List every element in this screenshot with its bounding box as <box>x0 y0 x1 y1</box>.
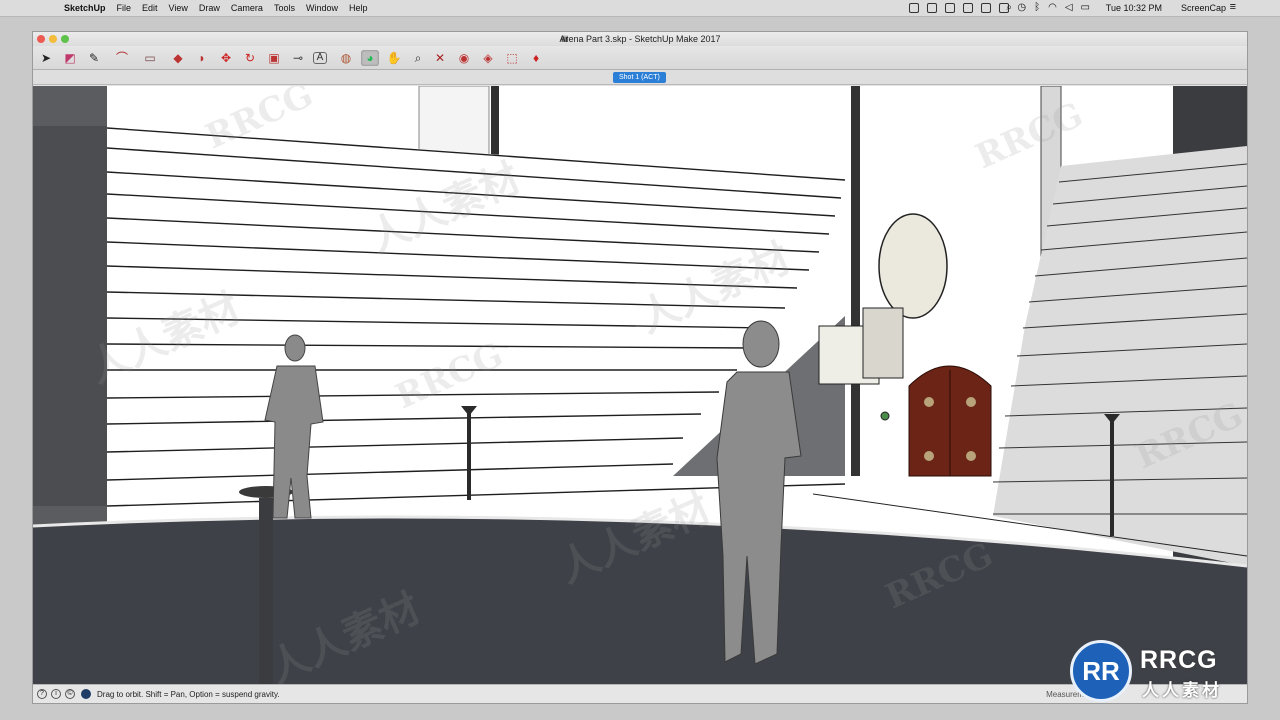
volume-icon[interactable]: ◁ <box>1065 2 1073 13</box>
eraser-tool-icon[interactable]: ◩ <box>61 50 79 66</box>
door-ornament <box>924 397 934 407</box>
text-tool-icon[interactable]: A <box>313 52 327 64</box>
layout-tool-icon[interactable]: ⬚ <box>503 50 521 66</box>
scene-tabs: Shot 1 (ACT) <box>33 70 1247 85</box>
title-bar: ▤ Arena Part 3.skp - SketchUp Make 2017 <box>33 32 1247 46</box>
menubar-user[interactable]: ScreenCap <box>1181 3 1226 13</box>
menubar-clock[interactable]: Tue 10:32 PM <box>1106 3 1162 13</box>
door-ornament <box>966 397 976 407</box>
tape-measure-tool-icon[interactable]: ⊸ <box>289 50 307 66</box>
shape-tool-icon[interactable]: ▭ <box>141 50 159 66</box>
menu-bar: SketchUp File Edit View Draw Camera Tool… <box>0 0 1280 17</box>
model-viewport[interactable]: RRCG 人人素材 RRCG 人人素材 RRCG 人人素材 RRCG 人人素材 … <box>33 86 1247 684</box>
3d-warehouse-tool-icon[interactable]: ◉ <box>455 50 473 66</box>
status-icons: ◷ ᛒ ◠ ◁ ▭ <box>909 2 1090 13</box>
wifi-icon[interactable]: ◠ <box>1048 2 1057 13</box>
door-ornament <box>966 451 976 461</box>
rrcg-logo-mark: RR <box>1070 640 1132 702</box>
door-ornament <box>924 451 934 461</box>
camera-status-icon[interactable] <box>909 2 920 13</box>
zoom-extents-tool-icon[interactable]: ✕ <box>431 50 449 66</box>
document-icon: ▤ <box>561 34 569 43</box>
arena-scene <box>33 86 1247 684</box>
left-stands-edge <box>33 126 107 506</box>
tool-bar: ➤ ◩ ✎ ⌒ ▭ ◆ ◗ ✥ ↻ ▣ ⊸ A ◍ ◕ ✋ ⌕ ✕ ◉ ◈ ⬚ … <box>33 46 1247 70</box>
camera-lens <box>880 411 890 421</box>
select-tool-icon[interactable]: ➤ <box>37 50 55 66</box>
menu-file[interactable]: File <box>117 3 132 13</box>
status-hint: Drag to orbit. Shift = Pan, Option = sus… <box>97 690 280 699</box>
flower-status-icon[interactable] <box>945 2 956 13</box>
display-icon[interactable]: ▭ <box>1081 2 1090 13</box>
menu-view[interactable]: View <box>169 3 188 13</box>
gear-status-icon[interactable] <box>963 2 974 13</box>
status-bar: ? i © Drag to orbit. Shift = Pan, Option… <box>33 684 1247 703</box>
rrcg-logo-subtitle: 人人素材 <box>1142 681 1222 700</box>
list-icon[interactable]: ≡ <box>1230 1 1236 13</box>
sketchup-window: ▤ Arena Part 3.skp - SketchUp Make 2017 … <box>32 31 1248 704</box>
extension-warehouse-tool-icon[interactable]: ◈ <box>479 50 497 66</box>
menu-edit[interactable]: Edit <box>142 3 158 13</box>
paint-bucket-tool-icon[interactable]: ◍ <box>337 50 355 66</box>
rotate-tool-icon[interactable]: ↻ <box>241 50 259 66</box>
menu-camera[interactable]: Camera <box>231 3 263 13</box>
rrcg-logo-brand: RRCG <box>1140 646 1218 674</box>
close-window-button[interactable] <box>37 35 45 43</box>
rrcg-logo: RR RRCG 人人素材 <box>1070 640 1270 702</box>
arc-tool-icon[interactable]: ⌒ <box>113 50 131 66</box>
follow-me-tool-icon[interactable]: ◗ <box>193 50 211 66</box>
menu-draw[interactable]: Draw <box>199 3 220 13</box>
menu-help[interactable]: Help <box>349 3 368 13</box>
info-status-icon[interactable]: i <box>51 689 61 699</box>
push-pull-tool-icon[interactable]: ◆ <box>169 50 187 66</box>
orbit-tool-icon[interactable]: ◕ <box>361 50 379 66</box>
scale-tool-icon[interactable]: ▣ <box>265 50 283 66</box>
pillar-center <box>851 86 860 476</box>
zoom-tool-icon[interactable]: ⌕ <box>409 50 427 66</box>
window-status-icon[interactable] <box>981 2 992 13</box>
bluetooth-icon[interactable]: ᛒ <box>1034 2 1040 13</box>
zoom-window-button[interactable] <box>61 35 69 43</box>
move-tool-icon[interactable]: ✥ <box>217 50 235 66</box>
menu-tools[interactable]: Tools <box>274 3 295 13</box>
clock-status-icon[interactable]: ◷ <box>1017 2 1026 13</box>
account-status-icon[interactable] <box>81 689 91 699</box>
geo-status-icon[interactable]: © <box>65 689 75 699</box>
spotlight-icon[interactable]: ⌕ <box>1006 2 1012 13</box>
camera-box <box>862 307 904 379</box>
minimize-window-button[interactable] <box>49 35 57 43</box>
camera-reel <box>878 213 948 319</box>
line-tool-icon[interactable]: ✎ <box>85 50 103 66</box>
menu-sketchup[interactable]: SketchUp <box>64 3 106 13</box>
window-title: Arena Part 3.skp - SketchUp Make 2017 <box>559 34 721 44</box>
menu-window[interactable]: Window <box>306 3 338 13</box>
pan-tool-icon[interactable]: ✋ <box>385 50 403 66</box>
scene-tab-shot-1[interactable]: Shot 1 (ACT) <box>613 72 666 83</box>
record-status-icon[interactable] <box>927 2 938 13</box>
help-status-icon[interactable]: ? <box>37 689 47 699</box>
ruby-tool-icon[interactable]: ♦ <box>527 50 545 66</box>
app-menu: SketchUp File Edit View Draw Camera Tool… <box>64 3 367 13</box>
